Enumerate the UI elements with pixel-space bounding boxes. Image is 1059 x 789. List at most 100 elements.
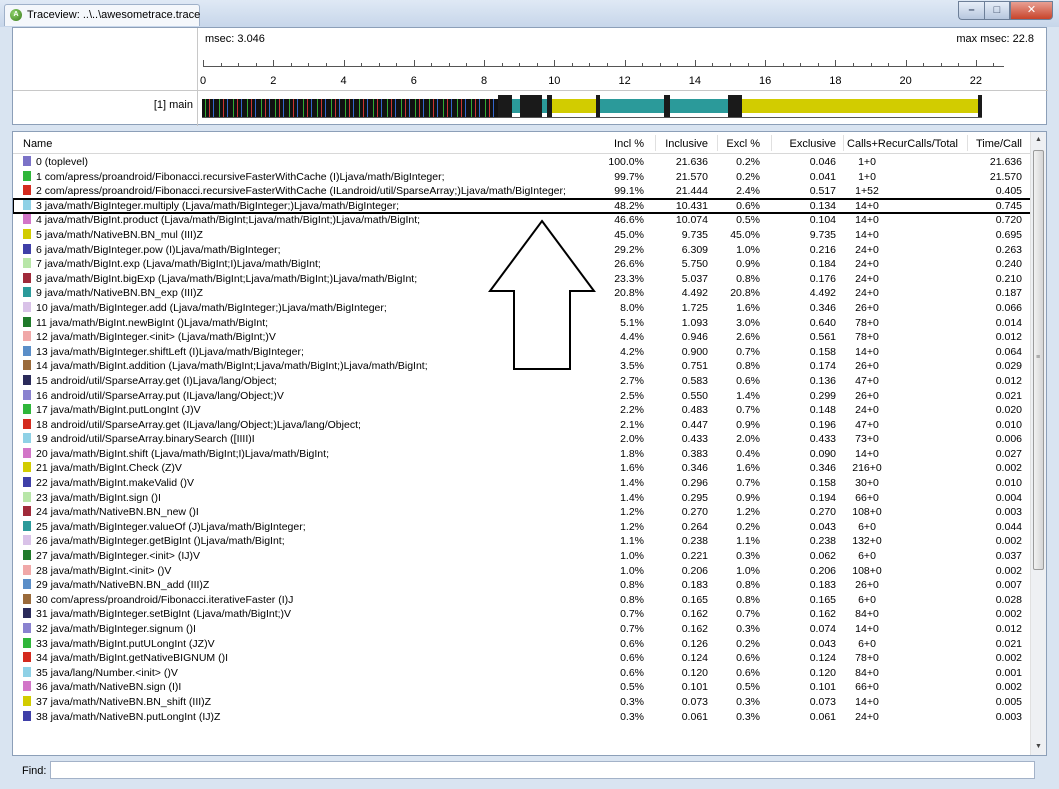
incl-pct-cell: 0.6% (620, 637, 644, 650)
excl-pct-cell: 1.6% (736, 301, 760, 314)
column-header-name[interactable]: Name (23, 138, 52, 150)
table-row[interactable]: 34 java/math/BigInt.getNativeBIGNUM ()I 0… (13, 651, 1032, 666)
time-per-call-cell: 0.002 (995, 535, 1022, 548)
method-name: 9 java/math/NativeBN.BN_exp (III)Z (36, 287, 203, 300)
table-row[interactable]: 26 java/math/BigInteger.getBigInt ()Ljav… (13, 534, 1032, 549)
table-row[interactable]: 29 java/math/NativeBN.BN_add (III)Z 0.8% 0… (13, 578, 1032, 593)
incl-pct-cell: 2.0% (620, 433, 644, 446)
inclusive-cell: 9.735 (681, 228, 708, 241)
method-name-cell: 30 com/apress/proandroid/Fibonacci.itera… (23, 593, 593, 608)
excl-pct-cell: 0.3% (736, 710, 760, 723)
table-row[interactable]: 20 java/math/BigInt.shift (Ljava/math/Bi… (13, 447, 1032, 462)
excl-pct-cell: 0.2% (736, 170, 760, 183)
calls-cell: 14+0 (855, 623, 879, 635)
excl-pct-cell: 0.5% (736, 681, 760, 694)
column-header-calls[interactable]: Calls+RecurCalls/Total (847, 138, 958, 150)
table-row[interactable]: 15 android/util/SparseArray.get (I)Ljava… (13, 374, 1032, 389)
ruler-tick (852, 63, 854, 67)
method-name: 29 java/math/NativeBN.BN_add (III)Z (36, 579, 210, 592)
excl-pct-cell: 0.8% (736, 593, 760, 606)
maximize-button[interactable]: □ (984, 1, 1010, 20)
table-row[interactable]: 2 com/apress/proandroid/Fibonacci.recurs… (13, 184, 1032, 199)
table-row[interactable]: 21 java/math/BigInt.Check (Z)V 1.6% 0.346 1… (13, 461, 1032, 476)
ruler-tick (396, 63, 398, 67)
table-row[interactable]: 3 java/math/BigInteger.multiply (Ljava/m… (13, 197, 1033, 215)
ruler-tick (238, 63, 240, 67)
table-row[interactable]: 37 java/math/NativeBN.BN_shift (III)Z 0.3… (13, 695, 1032, 710)
column-header-excl-pct[interactable]: Excl % (726, 138, 760, 150)
ruler-tick (571, 63, 573, 67)
excl-pct-cell: 0.6% (736, 374, 760, 387)
column-header-incl-pct[interactable]: Incl % (614, 138, 644, 150)
method-name: 2 com/apress/proandroid/Fibonacci.recurs… (36, 185, 566, 198)
ruler-tick (642, 63, 644, 67)
inclusive-cell: 0.946 (681, 331, 708, 344)
column-header-time-per-call[interactable]: Time/Call (976, 138, 1022, 150)
method-name: 6 java/math/BigInteger.pow (I)Ljava/math… (36, 243, 281, 256)
table-row[interactable]: 0 (toplevel) 100.0% 21.636 0.2% 0.046 1+0 21.6… (13, 155, 1032, 170)
method-name: 14 java/math/BigInt.addition (Ljava/math… (36, 360, 428, 373)
minimize-button[interactable]: – (958, 1, 984, 20)
inclusive-cell: 0.162 (681, 623, 708, 635)
calls-cell: 14+0 (855, 214, 879, 227)
table-row[interactable]: 25 java/math/BigInteger.valueOf (J)Ljava… (13, 520, 1032, 535)
time-per-call-cell: 21.636 (989, 156, 1022, 168)
vertical-scrollbar[interactable]: ▲ ≡ ▼ (1030, 132, 1046, 755)
header-separator[interactable] (717, 135, 718, 151)
table-row[interactable]: 17 java/math/BigInt.putLongInt (J)V 2.2% 0… (13, 403, 1032, 418)
find-input[interactable] (50, 761, 1035, 779)
ruler-tick-label: 18 (829, 75, 842, 87)
method-color-swatch (23, 447, 31, 458)
table-row[interactable]: 22 java/math/BigInt.makeValid ()V 1.4% 0.2… (13, 476, 1032, 491)
inclusive-cell: 4.492 (681, 287, 708, 300)
calls-cell: 26+0 (855, 579, 879, 592)
time-per-call-cell: 0.210 (995, 272, 1022, 285)
header-separator[interactable] (967, 135, 968, 151)
scroll-down-arrow-icon[interactable]: ▼ (1031, 739, 1046, 755)
scrollbar-thumb[interactable]: ≡ (1033, 150, 1044, 570)
incl-pct-cell: 45.0% (614, 228, 644, 241)
table-row[interactable]: 1 com/apress/proandroid/Fibonacci.recurs… (13, 170, 1032, 185)
table-row[interactable]: 19 android/util/SparseArray.binarySearch… (13, 432, 1032, 447)
time-ruler[interactable]: 0 2 4 6 8 10 12 14 16 18 20 22 (13, 28, 1048, 90)
table-row[interactable]: 35 java/lang/Number.<init> ()V 0.6% 0.120 0… (13, 666, 1032, 681)
method-name-cell: 36 java/math/NativeBN.sign (I)I (23, 680, 593, 695)
table-row[interactable]: 38 java/math/NativeBN.putLongInt (IJ)Z 0.… (13, 710, 1032, 725)
method-color-swatch (23, 389, 31, 400)
calls-cell: 24+0 (855, 404, 879, 417)
scroll-up-arrow-icon[interactable]: ▲ (1031, 132, 1046, 148)
thread-timeline-main[interactable] (202, 92, 1003, 120)
table-row[interactable]: 36 java/math/NativeBN.sign (I)I 0.5% 0.101… (13, 680, 1032, 695)
method-color-swatch (23, 535, 31, 546)
timeline-panel[interactable]: msec: 3.046 max msec: 22.8 0 2 4 6 8 10 12 14 16… (12, 27, 1048, 126)
thread-activity-segment (978, 95, 982, 117)
find-bar: Find: (12, 758, 1047, 784)
method-name: 25 java/math/BigInteger.valueOf (J)Ljava… (36, 520, 306, 533)
calls-cell: 78+0 (855, 331, 879, 344)
table-row[interactable]: 30 com/apress/proandroid/Fibonacci.itera… (13, 593, 1032, 608)
method-name-cell: 33 java/math/BigInt.putULongInt (JZ)V (23, 637, 593, 652)
close-button[interactable]: ✕ (1010, 1, 1053, 20)
column-header-inclusive[interactable]: Inclusive (665, 138, 708, 150)
table-row[interactable]: 23 java/math/BigInt.sign ()I 1.4% 0.295 0.9… (13, 491, 1032, 506)
time-per-call-cell: 0.007 (995, 579, 1022, 592)
header-separator[interactable] (843, 135, 844, 151)
table-row[interactable]: 33 java/math/BigInt.putULongInt (JZ)V 0.6… (13, 637, 1032, 652)
time-per-call-cell: 0.044 (995, 520, 1022, 533)
thread-activity-segment (670, 99, 728, 113)
table-row[interactable]: 27 java/math/BigInteger.<init> (IJ)V 1.0%… (13, 549, 1032, 564)
table-row[interactable]: 24 java/math/NativeBN.BN_new ()I 1.2% 0.27… (13, 505, 1032, 520)
method-name: 38 java/math/NativeBN.putLongInt (IJ)Z (36, 710, 221, 723)
header-separator[interactable] (655, 135, 656, 151)
calls-cell: 26+0 (855, 389, 879, 402)
table-row[interactable]: 18 android/util/SparseArray.get (ILjava/… (13, 418, 1032, 433)
inclusive-cell: 0.900 (681, 345, 708, 358)
table-row[interactable]: 16 android/util/SparseArray.put (ILjava/… (13, 389, 1032, 404)
table-row[interactable]: 31 java/math/BigInteger.setBigInt (Ljava… (13, 607, 1032, 622)
ruler-tick (255, 63, 257, 67)
table-row[interactable]: 28 java/math/BigInt.<init> ()V 1.0% 0.206 1… (13, 564, 1032, 579)
ruler-tick (290, 63, 292, 67)
column-header-exclusive[interactable]: Exclusive (790, 138, 836, 150)
table-row[interactable]: 32 java/math/BigInteger.signum ()I 0.7% 0.… (13, 622, 1032, 637)
header-separator[interactable] (771, 135, 772, 151)
